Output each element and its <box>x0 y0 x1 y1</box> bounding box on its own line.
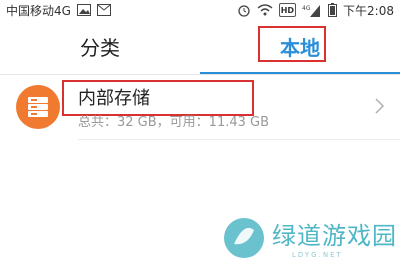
clock: 下午2:08 <box>343 3 394 18</box>
watermark: 绿道游戏园 LDYG.NET <box>216 208 400 267</box>
image-icon <box>76 3 91 17</box>
chevron-right-icon <box>372 96 388 116</box>
status-bar: 中国移动4G HD 4G 下午2:08 <box>0 0 400 20</box>
alarm-icon <box>237 3 251 17</box>
wifi-icon <box>257 3 273 17</box>
tab-divider <box>0 74 400 75</box>
battery-icon <box>328 3 338 17</box>
tab-local[interactable]: 本地 <box>200 20 400 72</box>
carrier-label: 中国移动4G <box>6 3 71 18</box>
watermark-text: 绿道游戏园 <box>272 222 397 250</box>
watermark-logo <box>224 217 264 258</box>
network-badge: 4G <box>302 5 311 12</box>
hd-icon: HD <box>278 3 297 17</box>
highlight-box-tab <box>258 26 326 62</box>
storage-capacity: 总共：32 GB，可用：11.43 GB <box>78 115 270 130</box>
tab-classify-label: 分类 <box>80 35 120 60</box>
signal-icon: 4G <box>302 3 322 17</box>
watermark-url: LDYG.NET <box>292 251 343 259</box>
row-divider <box>78 139 400 140</box>
storage-icon <box>16 85 60 129</box>
tab-bar: 分类 本地 <box>0 20 400 72</box>
mail-icon <box>96 3 111 17</box>
internal-storage-item[interactable]: 内部存储 总共：32 GB，可用：11.43 GB <box>0 76 400 138</box>
tab-classify[interactable]: 分类 <box>0 20 200 72</box>
